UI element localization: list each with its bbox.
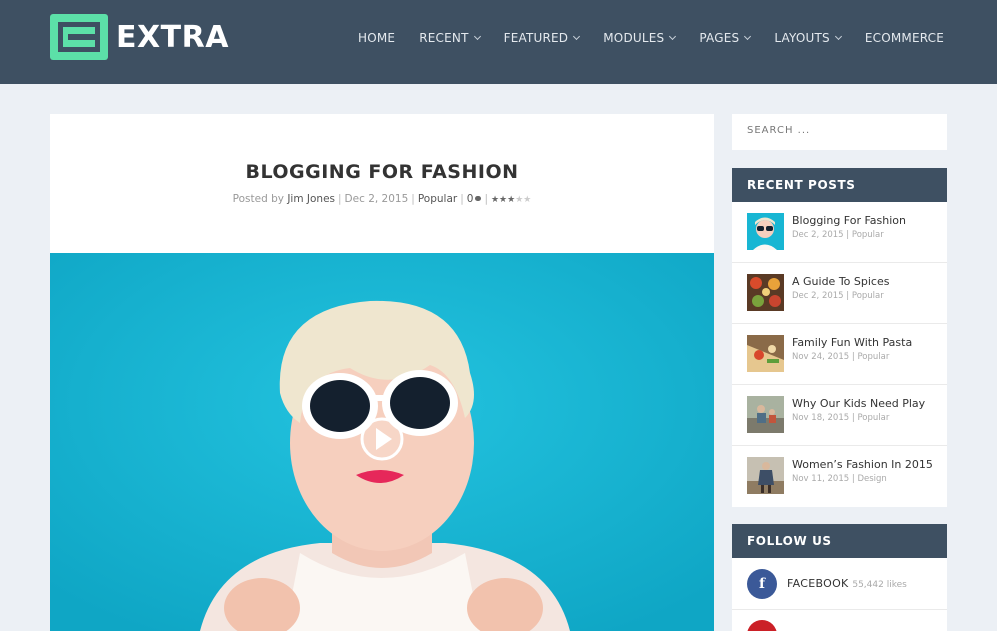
nav-label: PAGES [699, 31, 740, 45]
featured-video[interactable] [50, 253, 714, 631]
category-link[interactable]: Popular [418, 193, 457, 205]
posted-by-label: Posted by [232, 193, 284, 205]
nav-item-ecommerce[interactable]: ECOMMERCE [865, 30, 944, 46]
post-title-link[interactable]: Why Our Kids Need Play [792, 397, 925, 410]
post-meta: Posted by Jim Jones | Dec 2, 2015 | Popular |… [232, 193, 532, 205]
follow-us-title: FOLLOW US [732, 524, 947, 558]
follow-next[interactable] [732, 610, 947, 631]
comment-icon [475, 196, 482, 201]
nav-item-pages[interactable]: PAGES [699, 30, 752, 46]
author-link[interactable]: Jim Jones [287, 193, 335, 205]
comments-link[interactable]: 0 [467, 193, 482, 205]
follow-facebook[interactable]: f FACEBOOK 55,442 likes [732, 558, 947, 610]
list-item[interactable]: Family Fun With Pasta Nov 24, 2015 | Pop… [732, 324, 947, 385]
post-card: BLOGGING FOR FASHION Posted by Jim Jones… [50, 114, 714, 631]
nav-label: HOME [358, 31, 396, 45]
facebook-icon: f [747, 569, 777, 599]
chevron-down-icon [573, 32, 581, 41]
list-item[interactable]: Women’s Fashion In 2015 Nov 11, 2015 | D… [732, 446, 947, 507]
post-thumbnail [747, 213, 784, 250]
post-date: Dec 2, 2015 [344, 193, 409, 205]
comment-count: 0 [466, 193, 474, 205]
post-title-link[interactable]: Blogging For Fashion [792, 214, 906, 227]
nav-item-modules[interactable]: MODULES [603, 30, 677, 46]
post-title-link[interactable]: Family Fun With Pasta [792, 336, 912, 349]
chevron-down-icon [744, 32, 752, 41]
chevron-down-icon [473, 32, 481, 41]
nav-item-home[interactable]: HOME [358, 30, 395, 46]
main-nav: HOME RECENT FEATURED MODULES PAGES LAYOU… [358, 30, 968, 46]
nav-item-layouts[interactable]: LAYOUTS [774, 30, 842, 46]
nav-label: RECENT [419, 31, 469, 45]
nav-label: LAYOUTS [774, 31, 830, 45]
post-title: BLOGGING FOR FASHION [245, 161, 519, 183]
recent-posts-title: RECENT POSTS [732, 168, 947, 202]
site-header: EXTRA HOME RECENT FEATURED MODULES PAGES… [0, 0, 997, 84]
post-title-link[interactable]: A Guide To Spices [792, 275, 889, 288]
recent-posts-widget: RECENT POSTS Blogging For Fashion Dec 2,… [732, 168, 947, 507]
list-item[interactable]: Why Our Kids Need Play Nov 18, 2015 | Po… [732, 385, 947, 446]
facebook-label: FACEBOOK 55,442 likes [787, 577, 907, 590]
post-title-link[interactable]: Women’s Fashion In 2015 [792, 458, 933, 471]
post-thumbnail [747, 396, 784, 433]
facebook-likes: 55,442 likes [852, 580, 907, 590]
post-meta: Dec 2, 2015 | Popular [792, 291, 884, 301]
post-thumbnail [747, 457, 784, 494]
post-thumbnail [747, 274, 784, 311]
site-logo[interactable]: EXTRA [50, 14, 229, 60]
social-icon [747, 620, 777, 631]
rating-stars: ★★★★★ [490, 195, 532, 205]
post-meta: Nov 18, 2015 | Popular [792, 413, 890, 423]
post-meta: Nov 24, 2015 | Popular [792, 352, 890, 362]
logo-text: EXTRA [116, 19, 229, 55]
featured-image [50, 253, 714, 631]
chevron-down-icon [834, 32, 842, 41]
nav-item-recent[interactable]: RECENT [419, 30, 481, 46]
post-thumbnail [747, 335, 784, 372]
nav-label: ECOMMERCE [864, 31, 945, 45]
nav-label: FEATURED [503, 31, 569, 45]
nav-item-featured[interactable]: FEATURED [503, 30, 581, 46]
chevron-down-icon [669, 32, 677, 41]
follow-us-widget: FOLLOW US f FACEBOOK 55,442 likes [732, 524, 947, 631]
post-meta: Nov 11, 2015 | Design [792, 474, 887, 484]
list-item[interactable]: Blogging For Fashion Dec 2, 2015 | Popul… [732, 202, 947, 263]
logo-mark-icon [50, 14, 108, 60]
search-input[interactable]: SEARCH ... [732, 114, 947, 150]
post-meta: Dec 2, 2015 | Popular [792, 230, 884, 240]
list-item[interactable]: A Guide To Spices Dec 2, 2015 | Popular [732, 263, 947, 324]
nav-label: MODULES [603, 31, 665, 45]
